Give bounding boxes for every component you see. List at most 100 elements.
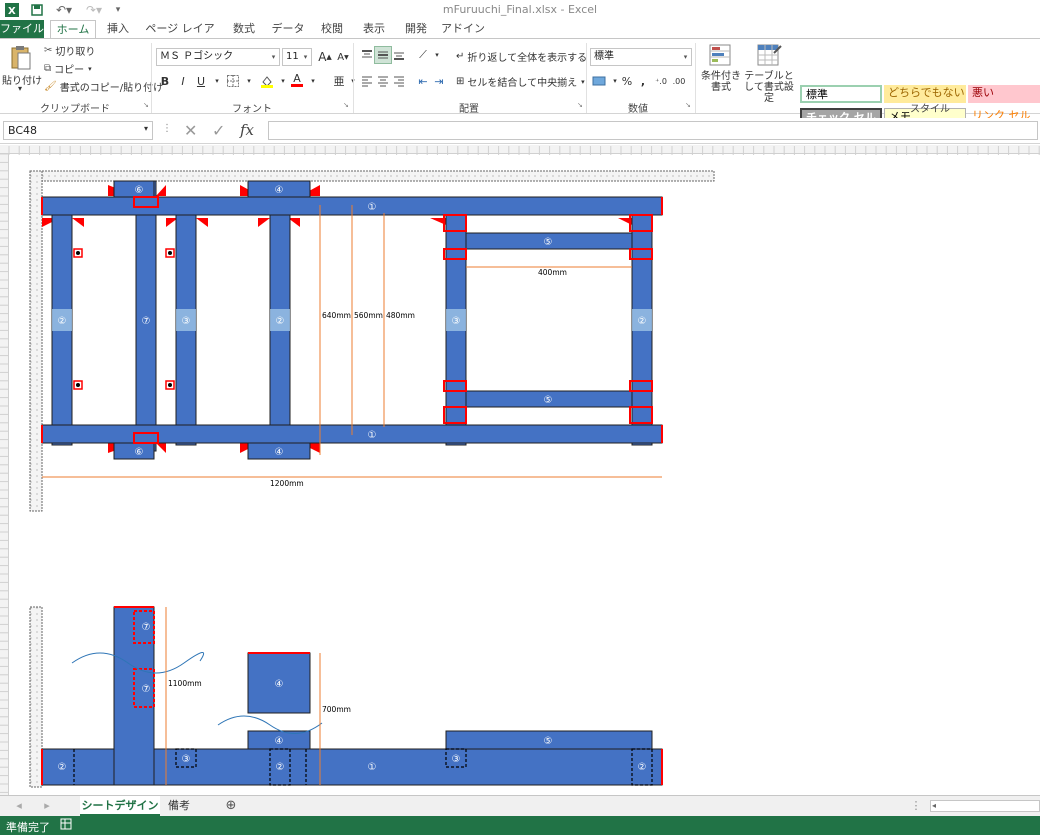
sheet-tab-bar: ◂ ▸ シートデザイン 備考 ⊕ ⋮ ◂ — [0, 795, 1040, 816]
title-bar: X ↶▾ ↷▾ ▾ mFuruuchi_Final.xlsx - Excel — [0, 0, 1040, 20]
label-beam-7: ⑦ — [142, 316, 151, 327]
split-handle-icon[interactable]: ⋮ — [910, 796, 922, 816]
side-label-2-right: ② — [638, 762, 647, 773]
name-box[interactable]: BC48 — [3, 121, 153, 140]
copy-label: コピー — [54, 65, 85, 76]
tab-insert[interactable]: 挿入 — [100, 20, 136, 39]
tab-addins[interactable]: アドイン — [440, 20, 486, 39]
font-size-value: 11 — [286, 51, 299, 62]
number-launcher-icon[interactable]: ↘ — [685, 101, 693, 109]
side-label-3-right: ③ — [452, 754, 461, 765]
tab-developer[interactable]: 開発 — [398, 20, 434, 39]
more-icon[interactable]: ⋮ — [162, 123, 172, 134]
divider — [695, 43, 696, 113]
format-table-icon[interactable] — [756, 43, 782, 69]
format-table-button[interactable]: テーブルとして書式設定 — [742, 71, 796, 104]
paste-dropdown-icon[interactable]: ▾ — [18, 84, 22, 93]
beam-diagram: ① ① ② ⑦ ③ ② ③ ② ⑤ ⑤ ⑥ ⑥ ④ ④ 640mm 560mm … — [29, 170, 715, 788]
font-color-icon: A — [293, 71, 301, 85]
label-beam-3-left: ③ — [182, 316, 191, 327]
name-box-dropdown-icon[interactable]: ▾ — [144, 124, 148, 133]
bold-button[interactable]: B — [156, 72, 174, 90]
label-beam-5-top: ⑤ — [544, 237, 553, 248]
font-color-swatch — [291, 83, 303, 87]
comma-button[interactable]: , — [634, 72, 652, 90]
enter-icon[interactable]: ✓ — [212, 121, 225, 140]
orientation-dropdown-icon[interactable]: ▾ — [428, 46, 446, 64]
label-beam-6-bottom: ⑥ — [135, 447, 144, 458]
tab-file[interactable]: ファイル — [0, 20, 44, 39]
copy-button[interactable]: ⧉ コピー ▾ — [44, 61, 92, 76]
tab-view[interactable]: 表示 — [356, 20, 392, 39]
clipboard-group-label: クリップボード — [40, 104, 110, 115]
clipboard-launcher-icon[interactable]: ↘ — [143, 101, 151, 109]
increase-indent-icon[interactable]: ⇥ — [430, 72, 448, 90]
borders-dropdown-icon[interactable]: ▾ — [240, 72, 258, 90]
wrap-text-button[interactable]: ↵ 折り返して全体を表示する — [456, 49, 587, 64]
increase-decimal-icon[interactable]: ⁺.0 — [652, 72, 670, 90]
sheet-tab-design[interactable]: シートデザイン — [80, 796, 160, 816]
scroll-tabs-left-icon[interactable]: ◂ — [12, 796, 26, 816]
alignment-group-label: 配置 — [459, 104, 479, 115]
side-label-5: ⑤ — [544, 736, 553, 747]
tab-formulas[interactable]: 数式 — [226, 20, 262, 39]
paste-icon[interactable] — [6, 43, 36, 73]
side-label-4-lower: ④ — [275, 736, 284, 747]
horizontal-scrollbar[interactable]: ◂ — [930, 796, 1040, 816]
font-color-dropdown-icon[interactable]: ▾ — [304, 72, 322, 90]
number-format-select[interactable]: 標準 ▾ — [590, 48, 692, 66]
number-group-label: 数値 — [628, 104, 648, 115]
chevron-down-icon: ▾ — [683, 53, 688, 61]
side-label-4-upper: ④ — [275, 679, 284, 690]
merge-center-button[interactable]: ⊞ セルを結合して中央揃え ▾ — [456, 74, 585, 89]
ribbon-tabs: ファイル ホーム 挿入 ページ レイアウト 数式 データ 校閲 表示 開発 アド… — [0, 20, 1040, 53]
decrease-decimal-icon[interactable]: .00 — [670, 72, 688, 90]
chevron-down-icon: ▾ — [581, 77, 585, 86]
insert-function-icon[interactable]: fx — [240, 121, 254, 139]
grow-font-button[interactable]: A ▲ — [316, 48, 334, 66]
side-label-1: ① — [368, 762, 377, 773]
italic-button[interactable]: I — [174, 72, 192, 90]
label-beam-4-top: ④ — [275, 185, 284, 196]
side-label-7-lower: ⑦ — [142, 684, 151, 695]
cancel-icon[interactable]: ✕ — [184, 121, 197, 140]
scroll-tabs-right-icon[interactable]: ▸ — [40, 796, 54, 816]
add-sheet-icon[interactable]: ⊕ — [222, 796, 240, 816]
dim-560: 560mm — [354, 311, 383, 320]
macro-record-icon[interactable] — [60, 818, 72, 833]
side-label-2-left: ② — [58, 762, 67, 773]
tab-review[interactable]: 校閲 — [314, 20, 350, 39]
wrap-text-icon: ↵ — [456, 51, 465, 62]
sheet-tab-notes[interactable]: 備考 — [162, 796, 196, 816]
font-size-select[interactable]: 11 ▾ — [282, 48, 312, 66]
shrink-font-button[interactable]: A ▼ — [334, 48, 352, 66]
align-right-icon[interactable] — [390, 72, 408, 90]
label-beam-2-left: ② — [58, 316, 67, 327]
guide-strip-left-lower — [29, 606, 43, 788]
worksheet[interactable]: ① ① ② ⑦ ③ ② ③ ② ⑤ ⑤ ⑥ ⑥ ④ ④ 640mm 560mm … — [0, 145, 1040, 795]
brush-icon: 🖌 — [44, 81, 57, 92]
merge-icon: ⊞ — [456, 76, 465, 87]
cut-button[interactable]: ✂ 切り取り — [44, 43, 95, 58]
conditional-format-icon[interactable] — [708, 43, 734, 69]
label-beam-1-bottom: ① — [368, 430, 377, 441]
label-beam-5-bottom: ⑤ — [544, 395, 553, 406]
formula-input[interactable] — [268, 121, 1038, 140]
wrap-text-label: 折り返して全体を表示する — [467, 53, 588, 64]
font-launcher-icon[interactable]: ↘ — [343, 101, 351, 109]
align-bottom-icon[interactable] — [390, 46, 408, 64]
styles-group-label: スタイル — [910, 104, 950, 115]
font-name-select[interactable]: ＭＳ Ｐゴシック ▾ — [156, 48, 280, 66]
dim-1200: 1200mm — [270, 479, 304, 488]
tab-home[interactable]: ホーム — [50, 20, 96, 40]
label-beam-1-top: ① — [368, 202, 377, 213]
label-beam-2-right: ② — [638, 316, 647, 327]
font-name-value: ＭＳ Ｐゴシック — [160, 51, 234, 62]
format-painter-button[interactable]: 🖌 書式のコピー/貼り付け — [44, 79, 163, 94]
side-label-7-upper: ⑦ — [142, 622, 151, 633]
alignment-launcher-icon[interactable]: ↘ — [577, 101, 585, 109]
conditional-format-button[interactable]: 条件付き書式 — [700, 71, 742, 93]
tab-data[interactable]: データ — [268, 20, 308, 39]
tab-page-layout[interactable]: ページ レイアウト — [140, 20, 220, 53]
chevron-down-icon: ▾ — [303, 53, 308, 61]
